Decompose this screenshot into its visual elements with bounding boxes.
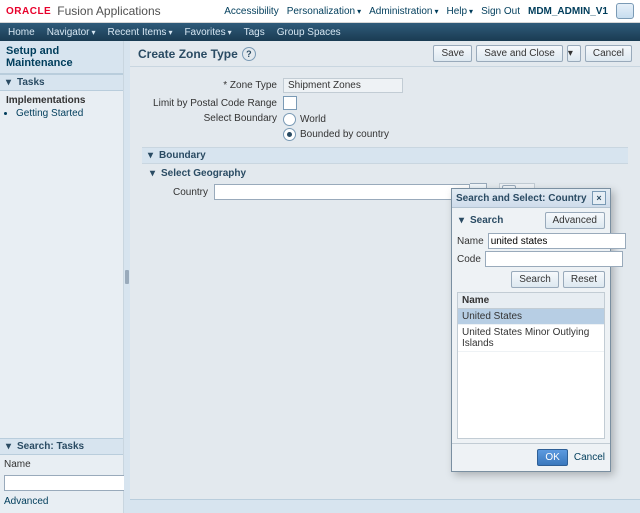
search-tasks-header[interactable]: ▾ Search: Tasks <box>0 438 123 455</box>
link-administration[interactable]: Administration <box>369 6 438 17</box>
collapse-icon[interactable]: ▾ <box>457 216 466 225</box>
nav-group-spaces[interactable]: Group Spaces <box>277 27 341 38</box>
boundary-section-title: Boundary <box>159 150 206 161</box>
nav-navigator[interactable]: Navigator <box>47 27 96 38</box>
select-geography-title: Select Geography <box>161 168 246 179</box>
help-icon[interactable]: ? <box>242 47 256 61</box>
page-title: Create Zone Type ? <box>138 47 256 61</box>
country-label: Country <box>148 187 208 198</box>
close-icon: × <box>596 193 601 203</box>
collapse-icon[interactable]: ▾ <box>4 442 13 451</box>
save-and-close-button[interactable]: Save and Close <box>476 45 563 62</box>
tasks-panel-title: Tasks <box>17 77 45 88</box>
boundary-country-radio[interactable] <box>283 128 296 141</box>
chat-icon[interactable] <box>616 3 634 19</box>
result-row[interactable]: United States Minor Outlying Islands <box>458 325 604 352</box>
results-table: Name United States United States Minor O… <box>457 292 605 439</box>
link-help[interactable]: Help <box>446 6 473 17</box>
boundary-world-label: World <box>300 114 326 125</box>
dialog-name-input[interactable] <box>488 233 626 249</box>
current-user: MDM_ADMIN_V1 <box>528 6 608 17</box>
dialog-search-section: Search <box>470 215 503 226</box>
boundary-country-label: Bounded by country <box>300 129 389 140</box>
dialog-title: Search and Select: Country <box>456 193 587 204</box>
dialog-ok-button[interactable]: OK <box>537 449 567 466</box>
save-menu-button[interactable]: ▾ <box>567 45 581 62</box>
workarea-title: Setup and Maintenance <box>0 41 123 74</box>
dialog-reset-button[interactable]: Reset <box>563 271 605 288</box>
search-tasks-advanced[interactable]: Advanced <box>4 496 48 507</box>
boundary-section-header[interactable]: ▾ Boundary <box>142 147 628 164</box>
nav-home[interactable]: Home <box>8 27 35 38</box>
dialog-name-label: Name <box>457 236 484 247</box>
app-title: Fusion Applications <box>57 4 160 18</box>
limit-postal-checkbox[interactable] <box>283 96 297 110</box>
dialog-close-button[interactable]: × <box>592 191 606 205</box>
select-boundary-label: Select Boundary <box>142 113 277 124</box>
page-title-text: Create Zone Type <box>138 47 238 61</box>
splitter-handle-icon <box>125 270 129 284</box>
country-input[interactable] <box>214 184 470 200</box>
oracle-logo: ORACLE <box>6 6 51 17</box>
link-signout[interactable]: Sign Out <box>481 6 520 17</box>
nav-recent-items[interactable]: Recent Items <box>108 27 173 38</box>
search-select-country-dialog: Search and Select: Country × ▾ Search Adv… <box>451 188 611 472</box>
result-row[interactable]: United States <box>458 309 604 325</box>
select-geography-header[interactable]: ▾ Select Geography <box>148 168 628 179</box>
dialog-code-label: Code <box>457 254 481 265</box>
collapse-icon[interactable]: ▾ <box>148 169 157 178</box>
footer-bar <box>130 499 640 513</box>
limit-postal-label: Limit by Postal Code Range <box>142 98 277 109</box>
cancel-button[interactable]: Cancel <box>585 45 632 62</box>
save-button[interactable]: Save <box>433 45 472 62</box>
dialog-cancel-link[interactable]: Cancel <box>574 452 605 463</box>
search-name-label: Name <box>4 459 119 470</box>
dialog-advanced-button[interactable]: Advanced <box>545 212 605 229</box>
results-column-name[interactable]: Name <box>458 293 604 309</box>
zone-type-value: Shipment Zones <box>283 78 403 93</box>
nav-favorites[interactable]: Favorites <box>184 27 231 38</box>
dialog-search-button[interactable]: Search <box>511 271 559 288</box>
link-accessibility[interactable]: Accessibility <box>224 6 278 17</box>
search-tasks-input[interactable] <box>4 475 142 491</box>
collapse-icon[interactable]: ▾ <box>4 78 13 87</box>
boundary-world-radio[interactable] <box>283 113 296 126</box>
dialog-code-input[interactable] <box>485 251 623 267</box>
task-link-getting-started[interactable]: Getting Started <box>16 108 117 119</box>
zone-type-label: Zone Type <box>142 80 277 91</box>
tasks-panel-header[interactable]: ▾ Tasks <box>0 74 123 91</box>
collapse-icon[interactable]: ▾ <box>146 151 155 160</box>
search-tasks-title: Search: Tasks <box>17 441 84 452</box>
tasks-heading: Implementations <box>6 95 117 106</box>
link-personalization[interactable]: Personalization <box>287 6 361 17</box>
nav-tags[interactable]: Tags <box>244 27 265 38</box>
